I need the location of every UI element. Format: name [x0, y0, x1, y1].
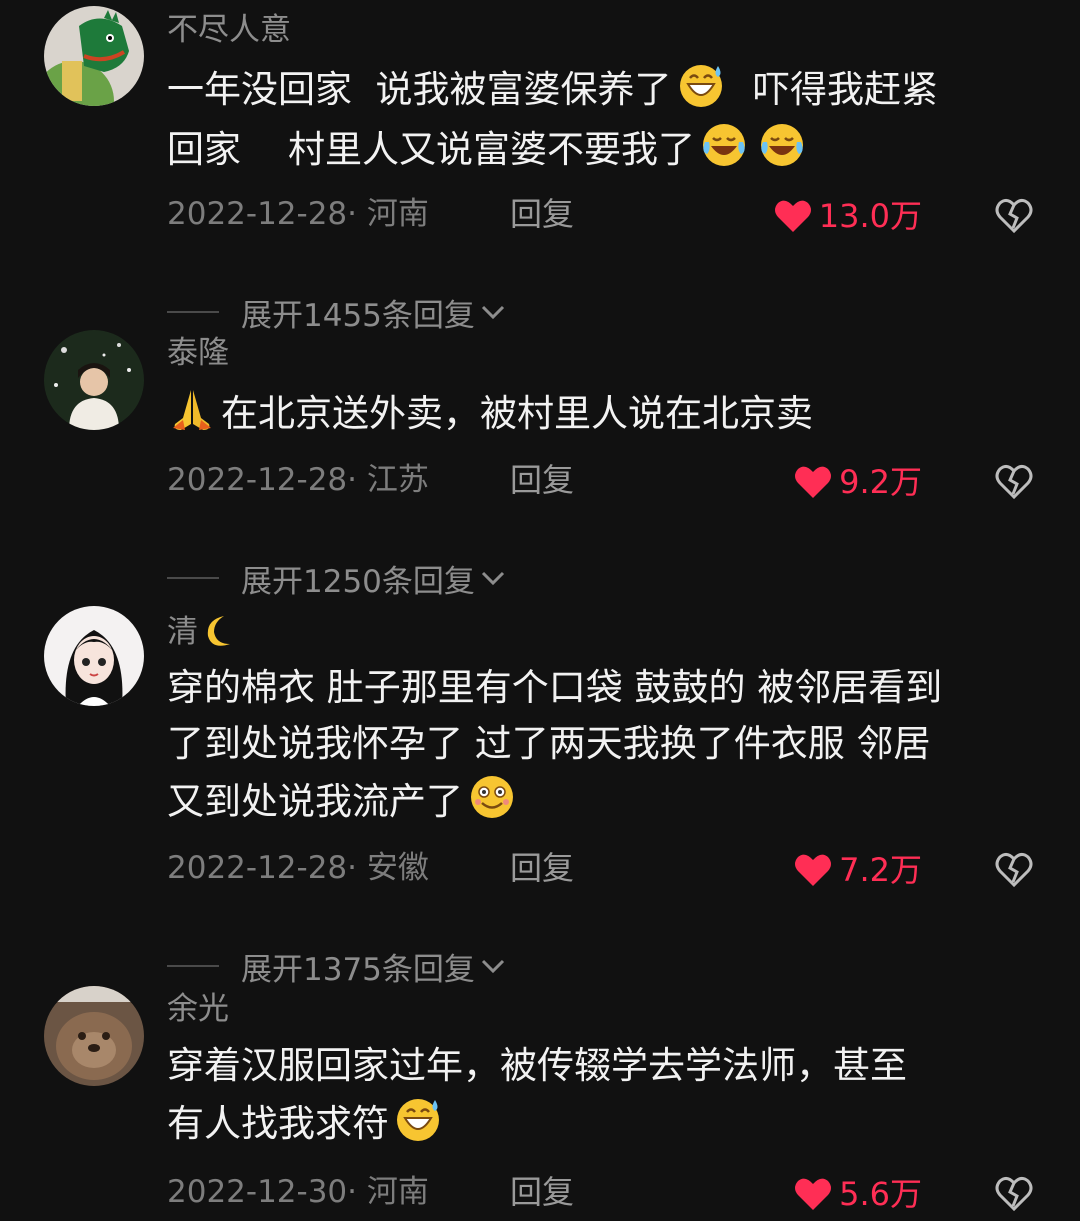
dislike-button[interactable]: [994, 1174, 1034, 1214]
reply-button[interactable]: 回复: [510, 848, 574, 888]
comment-date: 2022-12-28: [167, 462, 348, 498]
comment-location: 江苏: [366, 462, 429, 498]
username[interactable]: 泰隆: [167, 333, 229, 373]
dislike-button[interactable]: [994, 196, 1034, 236]
expand-replies-label: 展开1455条回复: [241, 297, 475, 334]
meta-separator: ·: [347, 850, 367, 886]
tears-of-joy-emoji-icon: [703, 124, 746, 166]
expand-replies-button[interactable]: 展开1375条回复: [167, 946, 505, 988]
comment-text: 了到处说我怀孕了 过了两天我换了件衣服 邻居: [167, 722, 931, 765]
comment-meta: 2022-12-28· 安徽: [167, 848, 429, 888]
like-button[interactable]: 7.2万: [793, 850, 922, 890]
dislike-button[interactable]: [994, 462, 1034, 502]
dislike-button[interactable]: [994, 850, 1034, 890]
comment-text-line: 了到处说我怀孕了 过了两天我换了件衣服 邻居: [167, 716, 931, 772]
avatar-person-image: [44, 330, 144, 430]
comment-text: 穿着汉服回家过年，被传辍学去学法师，甚至: [167, 1044, 907, 1087]
username[interactable]: 不尽人意: [167, 10, 291, 50]
heart-icon: [795, 466, 832, 498]
reply-button[interactable]: 回复: [510, 194, 574, 234]
crescent-moon-icon: [207, 616, 230, 646]
reply-button[interactable]: 回复: [510, 1172, 574, 1212]
expand-replies-label: 展开1375条回复: [241, 951, 475, 988]
meta-separator: ·: [347, 1174, 367, 1210]
chevron-down-icon: [481, 571, 504, 586]
comment-meta: 2022-12-30· 河南: [167, 1172, 429, 1212]
like-count: 13.0万: [818, 197, 922, 235]
comment-text-line: 回家 村里人又说富婆不要我了: [167, 120, 811, 178]
expand-replies-button[interactable]: 展开1250条回复: [167, 558, 505, 600]
expand-replies-button[interactable]: 展开1455条回复: [167, 292, 505, 334]
heart-icon: [795, 854, 832, 886]
comment-text: 在北京送外卖，被村里人说在北京卖: [221, 392, 813, 435]
heart-icon: [795, 1178, 832, 1210]
username[interactable]: 清: [167, 612, 232, 652]
comment-meta: 2022-12-28· 江苏: [167, 460, 429, 500]
comment-text: 又到处说我流产了: [167, 780, 463, 823]
comment-text-line: 在北京送外卖，被村里人说在北京卖: [167, 384, 813, 442]
chevron-down-icon: [481, 959, 504, 974]
broken-heart-icon: [995, 464, 1033, 500]
avatar[interactable]: [44, 606, 144, 706]
avatar[interactable]: [44, 330, 144, 430]
like-count: 9.2万: [839, 463, 922, 501]
divider: [167, 577, 219, 579]
username[interactable]: 余光: [167, 989, 229, 1029]
like-button[interactable]: 13.0万: [773, 196, 922, 236]
comment-location: 河南: [366, 196, 429, 232]
expand-replies-label: 展开1250条回复: [241, 563, 475, 600]
broken-heart-icon: [995, 852, 1033, 888]
tears-of-joy-emoji-icon: [761, 124, 804, 166]
broken-heart-icon: [995, 198, 1033, 234]
comment-text-line: 有人找我求符: [167, 1094, 447, 1152]
comment-text-line: 又到处说我流产了: [167, 772, 521, 830]
chevron-down-icon: [481, 305, 504, 320]
grin-sweat-emoji-icon: [397, 1099, 439, 1141]
broken-heart-icon: [995, 1176, 1033, 1212]
comment-text: 回家 村里人又说富婆不要我了: [167, 128, 696, 171]
username-text: 清: [167, 614, 198, 650]
comment-location: 安徽: [366, 850, 429, 886]
like-count: 5.6万: [839, 1175, 922, 1213]
comment-date: 2022-12-30: [167, 1174, 348, 1210]
comment-date: 2022-12-28: [167, 850, 348, 886]
comment-text: 吓得我赶紧: [729, 68, 939, 111]
comment-text: 一年没回家 说我被富婆保养了: [167, 68, 672, 111]
meta-separator: ·: [347, 462, 367, 498]
smile-emoji-icon: [471, 776, 513, 818]
divider: [167, 965, 219, 967]
comment-location: 河南: [366, 1174, 429, 1210]
meta-separator: ·: [347, 196, 367, 232]
avatar[interactable]: [44, 986, 144, 1086]
grin-sweat-emoji-icon: [679, 65, 722, 107]
heart-icon: [774, 200, 811, 232]
comment-text-line: 一年没回家 说我被富婆保养了 吓得我赶紧: [167, 60, 938, 118]
comment-text-line: 穿的棉衣 肚子那里有个口袋 鼓鼓的 被邻居看到: [167, 660, 942, 716]
reply-button[interactable]: 回复: [510, 460, 574, 500]
comment-text-line: 穿着汉服回家过年，被传辍学去学法师，甚至: [167, 1038, 907, 1094]
like-count: 7.2万: [839, 851, 922, 889]
comment-text: 穿的棉衣 肚子那里有个口袋 鼓鼓的 被邻居看到: [167, 666, 943, 709]
like-button[interactable]: 5.6万: [793, 1174, 922, 1214]
pray-emoji-icon: [173, 390, 211, 430]
comment-text: 有人找我求符: [167, 1102, 389, 1145]
comment-date: 2022-12-28: [167, 196, 348, 232]
comment-meta: 2022-12-28· 河南: [167, 194, 429, 234]
avatar-dinosaur-image: [44, 6, 144, 106]
avatar-otter-image: [44, 986, 144, 1086]
like-button[interactable]: 9.2万: [793, 462, 922, 502]
divider: [167, 311, 219, 313]
avatar-girl-illustration: [44, 606, 144, 706]
avatar[interactable]: [44, 6, 144, 106]
